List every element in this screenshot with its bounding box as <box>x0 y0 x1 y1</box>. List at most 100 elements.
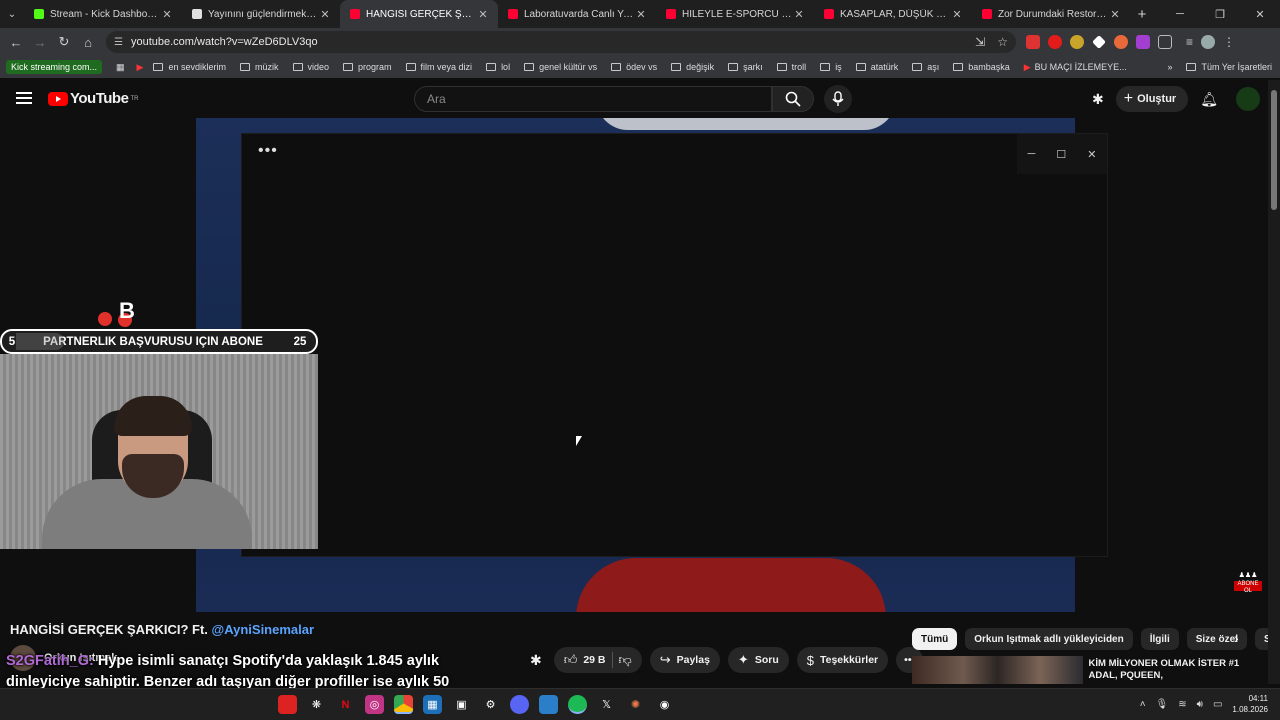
recommended-thumbnail[interactable] <box>912 656 1083 684</box>
more-options-icon[interactable]: ••• <box>258 142 278 160</box>
url-field[interactable]: ☰ youtube.com/watch?v=wZeD6DLV3qo ⇲ ☆ <box>106 31 1016 53</box>
like-icon[interactable]: 👍︎ <box>564 652 578 668</box>
bookmark-folder[interactable]: program <box>343 62 392 72</box>
close-tab-icon[interactable]: ✕ <box>950 8 964 21</box>
browser-tab[interactable]: HANGİSİ GERÇEK ŞARKICI? Ft. @✕ <box>340 0 498 28</box>
site-info-icon[interactable]: ☰ <box>114 37 123 48</box>
browser-tab[interactable]: Stream - Kick Dashboard ✕ <box>24 0 182 28</box>
close-tab-icon[interactable]: ✕ <box>792 8 806 21</box>
app-icon[interactable] <box>278 695 297 714</box>
obs-icon[interactable]: ◉ <box>655 695 674 714</box>
close-tab-icon[interactable]: ✕ <box>1108 8 1122 21</box>
chevron-right-icon[interactable]: › <box>1234 630 1239 646</box>
reload-icon[interactable]: ↻ <box>52 34 76 50</box>
bookmark-folder[interactable]: değişik <box>671 62 714 72</box>
chrome-icon[interactable] <box>394 695 413 714</box>
battery-icon[interactable]: ▭ <box>1213 699 1222 710</box>
chatgpt-icon[interactable]: ❋ <box>307 695 326 714</box>
browser-tab[interactable]: Yayınını güçlendirmek için en iy✕ <box>182 0 340 28</box>
maximize-icon[interactable]: ☐ <box>1056 148 1066 161</box>
bookmark-folder[interactable]: iş <box>820 62 842 72</box>
avatar[interactable] <box>1236 87 1260 111</box>
bookmark-folder[interactable]: bambaşka <box>953 62 1010 72</box>
create-button[interactable]: + Oluştur <box>1115 86 1189 112</box>
page-scrollbar[interactable] <box>1268 80 1280 684</box>
close-window-icon[interactable]: ✕ <box>1240 8 1280 21</box>
subscribe-badge[interactable]: ♟♟♟ ABONE OL <box>1234 572 1262 598</box>
voice-search-button[interactable] <box>824 85 852 113</box>
bookmark-star-icon[interactable]: ☆ <box>997 35 1008 49</box>
app-icon[interactable] <box>539 695 558 714</box>
bookmark-folder[interactable]: video <box>292 62 329 72</box>
browser-tab[interactable]: HİLEYLE E-SPORCU OLDUM!(se✕ <box>656 0 814 28</box>
profile-avatar[interactable] <box>1201 35 1216 49</box>
chevron-up-icon[interactable]: ˄ <box>1140 699 1146 710</box>
notifications-bell-icon[interactable]: 🔔︎ <box>1200 91 1218 108</box>
microphone-icon[interactable]: 🎙︎ <box>1156 699 1169 710</box>
volume-icon[interactable]: 🔊︎ <box>1197 699 1203 710</box>
close-tab-icon[interactable]: ✕ <box>318 8 332 21</box>
thanks-button[interactable]: $ Teşekkürler <box>796 647 889 673</box>
close-tab-icon[interactable]: ✕ <box>476 8 490 21</box>
ask-button[interactable]: ✦ Soru <box>727 647 789 673</box>
extension-icon[interactable] <box>1092 35 1106 49</box>
home-icon[interactable]: ⌂ <box>76 35 100 50</box>
search-input[interactable]: Ara <box>414 86 772 112</box>
back-icon[interactable]: ← <box>4 35 28 50</box>
netflix-icon[interactable]: N <box>336 695 355 714</box>
scrollbar-thumb[interactable] <box>1271 90 1277 210</box>
bookmark-red[interactable]: ▶ BU MAÇI İZLEMEYE... <box>1024 62 1127 73</box>
close-icon[interactable]: ✕ <box>1087 148 1096 161</box>
app-icon[interactable]: ▣ <box>452 695 471 714</box>
more-bookmarks-icon[interactable]: » <box>1167 62 1172 72</box>
reading-list-icon[interactable]: ≡ <box>1186 35 1193 49</box>
bookmark-folder[interactable]: lol <box>486 62 510 72</box>
install-app-icon[interactable]: ⇲ <box>975 35 985 49</box>
filter-chip[interactable]: İlgili <box>1140 628 1179 650</box>
forward-icon[interactable]: → <box>28 35 52 50</box>
tab-search-chevron-icon[interactable]: ⌄ <box>0 0 24 28</box>
browser-tab[interactable]: KASAPLAR, DÜŞÜK PUANLI ET✕ <box>814 0 972 28</box>
new-tab-button[interactable]: + <box>1130 6 1154 23</box>
bookmark-kick[interactable]: Kick streaming com... <box>6 60 103 74</box>
minimize-icon[interactable]: ─ <box>1028 148 1036 160</box>
bookmark-folder[interactable]: müzik <box>240 62 279 72</box>
gear-icon[interactable]: ✱ <box>1092 91 1104 108</box>
dislike-icon[interactable]: 👎︎ <box>619 652 632 668</box>
browser-tab[interactable]: Zor Durumdaki Restoranlara 10✕ <box>972 0 1130 28</box>
share-button[interactable]: ↪ Paylaş <box>649 647 720 673</box>
app-icon[interactable]: ✺ <box>626 695 645 714</box>
youtube-logo[interactable]: YouTube TR <box>48 90 138 107</box>
bookmark-folder[interactable]: en sevdiklerim <box>153 62 226 72</box>
wifi-icon[interactable]: ≋ <box>1178 699 1186 710</box>
store-icon[interactable]: ▦ <box>423 695 442 714</box>
youtube-bookmark-icon[interactable]: ▶ <box>137 62 144 73</box>
bookmark-folder[interactable]: troll <box>776 62 806 72</box>
extension-icon[interactable] <box>1070 35 1084 49</box>
extension-icon[interactable] <box>1114 35 1128 49</box>
bookmark-folder[interactable]: genel kültür vs <box>524 62 597 72</box>
all-bookmarks[interactable]: Tüm Yer İşaretleri <box>1186 62 1272 72</box>
spotify-icon[interactable] <box>568 695 587 714</box>
filter-chip[interactable]: Orkun Işıtmak adlı yükleyiciden <box>965 628 1133 650</box>
bookmark-folder[interactable]: şarkı <box>728 62 763 72</box>
extension-icon[interactable] <box>1136 35 1150 49</box>
minimize-icon[interactable]: ─ <box>1160 8 1200 20</box>
floating-window[interactable]: ••• ─ ☐ ✕ <box>241 133 1108 557</box>
bookmark-folder[interactable]: aşı <box>912 62 939 72</box>
steam-icon[interactable]: ⚙ <box>481 695 500 714</box>
apps-grid-icon[interactable]: ▦ <box>116 62 125 73</box>
bookmark-folder[interactable]: film veya dizi <box>405 62 472 72</box>
recommended-video[interactable]: KİM MİLYONER OLMAK İSTER #1 ADAL, PQUEEN… <box>912 656 1268 684</box>
restore-icon[interactable]: ❐ <box>1200 8 1240 21</box>
close-tab-icon[interactable]: ✕ <box>634 8 648 21</box>
extension-icon[interactable] <box>1048 35 1062 49</box>
recommended-title[interactable]: KİM MİLYONER OLMAK İSTER #1 ADAL, PQUEEN… <box>1089 656 1268 684</box>
clock[interactable]: 04:11 1.08.2026 <box>1232 693 1268 715</box>
browser-tab[interactable]: Laboratuvarda Canlı Yaratıldı m✕ <box>498 0 656 28</box>
filter-chip[interactable]: Sö <box>1254 628 1268 650</box>
video-title-handle[interactable]: @AyniSinemalar <box>212 622 315 637</box>
extensions-puzzle-icon[interactable] <box>1158 35 1172 49</box>
close-tab-icon[interactable]: ✕ <box>160 8 174 21</box>
browser-menu-icon[interactable]: ⋮ <box>1223 35 1235 49</box>
